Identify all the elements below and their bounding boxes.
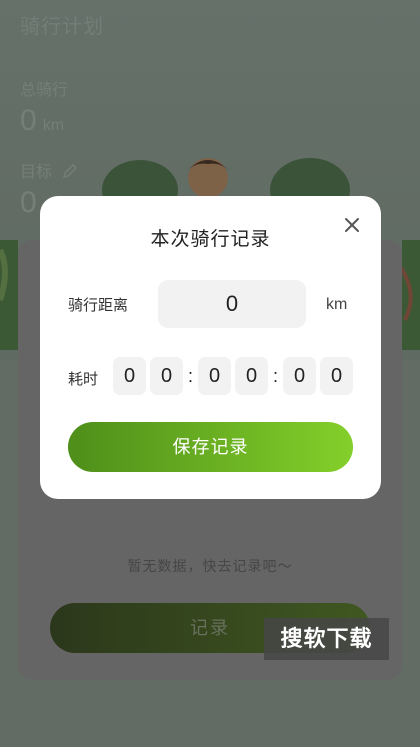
seconds-tens-digit[interactable]: 0 [283, 357, 316, 395]
close-icon[interactable] [341, 214, 363, 236]
distance-label: 骑行距离 [68, 297, 129, 314]
seconds-ones-digit[interactable]: 0 [320, 357, 353, 395]
hours-ones-digit[interactable]: 0 [150, 357, 183, 395]
dialog-title: 本次骑行记录 [150, 229, 271, 250]
watermark: 搜软下载 [264, 618, 389, 660]
time-separator: : [188, 366, 194, 386]
hours-tens-digit[interactable]: 0 [113, 357, 146, 395]
minutes-ones-digit[interactable]: 0 [235, 357, 268, 395]
minutes-tens-digit[interactable]: 0 [198, 357, 231, 395]
ride-record-dialog: 本次骑行记录 骑行距离 km 耗时 0 0 : 0 0 : 0 0 保存记录 [40, 196, 381, 499]
duration-label: 耗时 [68, 371, 99, 388]
time-separator: : [273, 366, 279, 386]
distance-input[interactable] [158, 280, 306, 328]
save-record-button[interactable]: 保存记录 [68, 422, 353, 472]
distance-unit: km [326, 296, 348, 313]
